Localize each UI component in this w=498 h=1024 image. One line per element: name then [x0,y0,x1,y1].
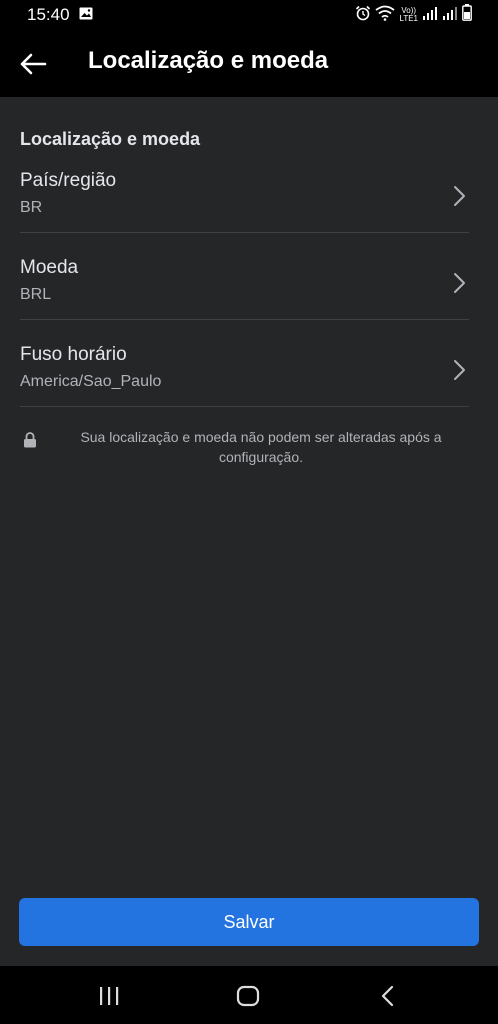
status-bar: 15:40 Vo)) LTE1 [0,0,498,30]
battery-icon [462,4,472,26]
signal-icon [422,5,438,26]
navigation-bar [0,966,498,1024]
save-button[interactable]: Salvar [19,898,479,946]
screen: 15:40 Vo)) LTE1 Localização e moeda Loca… [0,0,498,1024]
home-button[interactable] [228,980,268,1012]
row-value: BR [20,199,43,216]
home-icon [236,985,260,1007]
status-icons: Vo)) LTE1 [355,4,472,26]
row-label: Fuso horário [20,344,127,365]
chevron-right-icon [454,186,465,206]
system-back-button[interactable] [368,980,408,1012]
row-label: País/região [20,170,117,191]
lock-icon [24,432,36,448]
row-label: Moeda [20,257,79,278]
volte-bottom-label: LTE1 [399,14,418,23]
row-timezone[interactable]: Fuso horário America/Sao_Paulo [20,344,469,407]
back-button[interactable] [14,46,52,82]
recent-apps-button[interactable] [89,980,129,1012]
chevron-right-icon [454,360,465,380]
status-time: 15:40 [27,5,70,24]
back-icon [381,985,394,1007]
alarm-icon [355,5,371,26]
row-currency[interactable]: Moeda BRL [20,257,469,320]
section-title: Localização e moeda [20,129,201,149]
wifi-icon [375,5,396,26]
recent-apps-icon [100,987,119,1005]
settings-content: Localização e moeda País/região BR Moeda… [0,97,498,966]
notice-text: Sua localização e moeda não podem ser al… [80,429,442,465]
row-value: America/Sao_Paulo [20,373,162,390]
row-country-region[interactable]: País/região BR [20,170,469,233]
chevron-right-icon [454,273,465,293]
arrow-left-icon [20,53,47,75]
app-header: Localização e moeda [0,30,498,97]
gallery-icon [79,7,93,25]
row-value: BRL [20,286,52,303]
page-title: Localização e moeda [88,47,329,74]
volte-indicator: Vo)) LTE1 [399,7,418,23]
signal-icon-2 [442,5,458,26]
